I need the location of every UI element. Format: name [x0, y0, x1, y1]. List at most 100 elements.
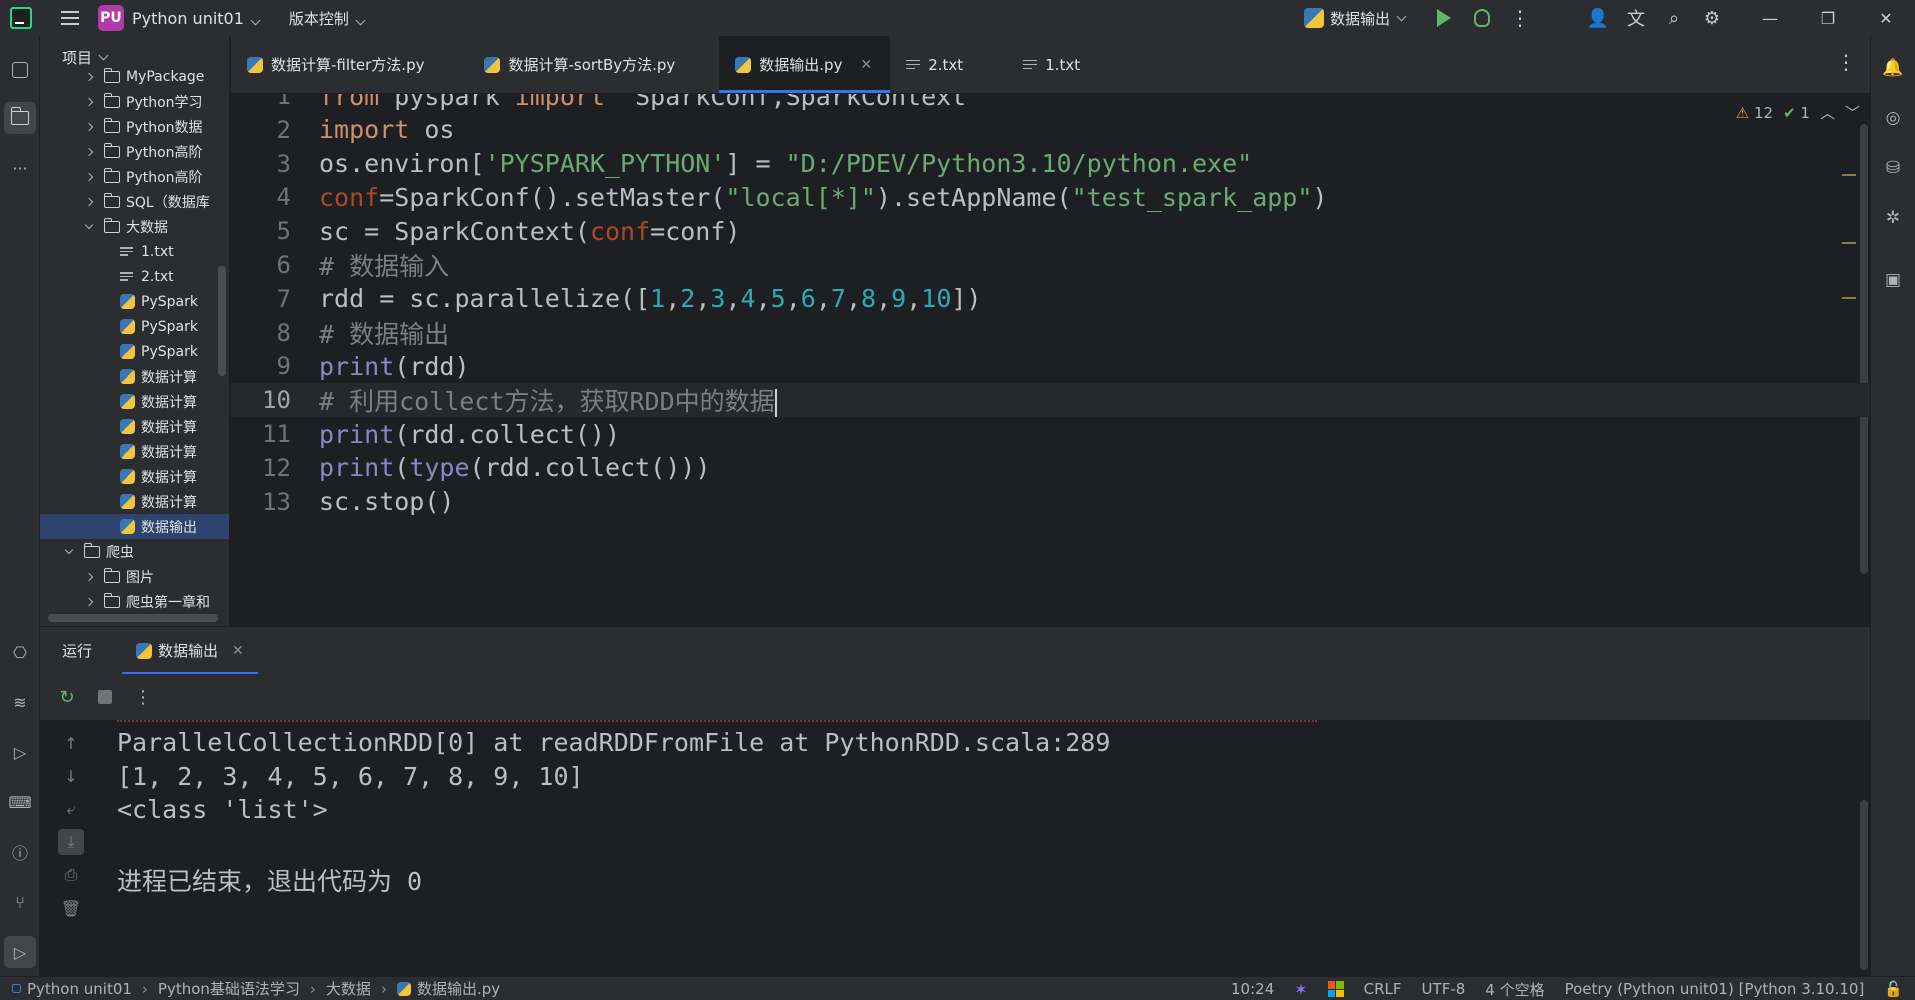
clear-button[interactable]: 🗑	[58, 895, 84, 921]
services-button[interactable]: ≋	[4, 686, 36, 718]
sciview-button[interactable]: ▣	[1877, 264, 1909, 296]
code-line[interactable]: 2 import os	[231, 113, 1870, 147]
code-text[interactable]: conf=SparkConf().setMaster("local[*]").s…	[319, 183, 1327, 212]
code-line[interactable]: 1 from pyspark import SparkConf,SparkCont…	[231, 94, 1870, 113]
plugin-button[interactable]: ✲	[1877, 202, 1909, 234]
down-stack-button[interactable]: ↓	[58, 763, 84, 789]
tree-item[interactable]: 数据计算	[40, 414, 229, 439]
tree-item[interactable]: Python高阶	[40, 164, 229, 189]
terminal-button[interactable]: ⌨	[4, 786, 36, 818]
code-text[interactable]: from pyspark import SparkConf,SparkConte…	[319, 94, 966, 111]
tree-item[interactable]: 数据输出	[40, 514, 229, 539]
run-tab[interactable]: 数据输出 ✕	[122, 627, 258, 675]
git-button[interactable]: ⑂	[4, 886, 36, 918]
tree-item[interactable]: 数据计算	[40, 364, 229, 389]
code-text[interactable]: import os	[319, 115, 454, 144]
code-line[interactable]: 3 os.environ['PYSPARK_PYTHON'] = "D:/PDEV…	[231, 147, 1870, 181]
code-line[interactable]: 9 print(rdd)	[231, 349, 1870, 383]
code-text[interactable]: print(rdd.collect())	[319, 420, 620, 449]
chevron-right-icon[interactable]	[84, 147, 94, 156]
run-console[interactable]: ParallelCollectionRDD[0] at readRDDFromF…	[102, 720, 1870, 976]
more-actions-button[interactable]: ⋮	[1501, 0, 1539, 36]
code-text[interactable]: sc.stop()	[319, 487, 454, 516]
console-scrollbar[interactable]	[1860, 800, 1868, 970]
code-text[interactable]: # 利用collect方法，获取RDD中的数据	[319, 382, 777, 418]
ai-assistant-button[interactable]: ◎	[1877, 102, 1909, 134]
main-menu-button[interactable]	[50, 0, 90, 36]
ai-status-icon[interactable]: ✶	[1294, 980, 1307, 999]
code-text[interactable]: print(rdd)	[319, 352, 470, 381]
breadcrumb-item[interactable]: 大数据	[326, 978, 371, 999]
file-encoding[interactable]: UTF-8	[1422, 980, 1466, 998]
code-line[interactable]: 10 # 利用collect方法，获取RDD中的数据	[231, 382, 1870, 418]
run-panel-button[interactable]: ▷	[4, 936, 36, 968]
tree-item[interactable]: 爬虫	[40, 539, 229, 564]
code-line[interactable]: 6 # 数据输入	[231, 248, 1870, 282]
structure-tool-button[interactable]	[4, 54, 36, 86]
tree-item[interactable]: 大数据	[40, 214, 229, 239]
line-separator[interactable]: CRLF	[1364, 980, 1402, 998]
up-stack-button[interactable]: ↑	[58, 730, 84, 756]
chevron-down-icon[interactable]	[64, 545, 74, 554]
debug-button[interactable]	[1463, 0, 1501, 36]
tree-item[interactable]: Python高阶	[40, 139, 229, 164]
code-line[interactable]: 7 rdd = sc.parallelize([1,2,3,4,5,6,7,8,9…	[231, 282, 1870, 316]
restore-button[interactable]: ❐	[1799, 0, 1857, 36]
settings-button[interactable]: ⚙	[1693, 0, 1731, 36]
chevron-right-icon[interactable]	[84, 72, 94, 81]
horizontal-scrollbar[interactable]	[48, 614, 218, 622]
close-icon[interactable]: ✕	[860, 57, 872, 73]
code-line[interactable]: 12 print(type(rdd.collect()))	[231, 451, 1870, 485]
tree-item[interactable]: 爬虫第一章和	[40, 589, 229, 614]
code-text[interactable]: # 数据输入	[319, 247, 449, 283]
code-line[interactable]: 13 sc.stop()	[231, 485, 1870, 519]
tree-item[interactable]: PySpark	[40, 314, 229, 339]
close-window-button[interactable]: ✕	[1857, 0, 1915, 36]
editor-tab[interactable]: 数据输出.py ✕	[719, 36, 891, 93]
tree-item[interactable]: 数据计算	[40, 439, 229, 464]
scroll-to-end-button[interactable]: ⤓	[58, 829, 84, 855]
chevron-right-icon[interactable]	[84, 97, 94, 106]
code-text[interactable]: os.environ['PYSPARK_PYTHON'] = "D:/PDEV/…	[319, 149, 1252, 178]
indent-setting[interactable]: 4 个空格	[1485, 979, 1544, 1000]
chevron-right-icon[interactable]	[84, 572, 94, 581]
breadcrumb-item[interactable]: 数据输出.py	[417, 978, 500, 999]
code-text[interactable]: # 数据输出	[319, 315, 449, 351]
editor-tab[interactable]: 2.txt	[890, 36, 1007, 93]
stop-button[interactable]	[88, 680, 122, 714]
search-button[interactable]: ⌕	[1655, 0, 1693, 36]
tree-item[interactable]: 2.txt	[40, 264, 229, 289]
code-line[interactable]: 11 print(rdd.collect())	[231, 417, 1870, 451]
database-button[interactable]: ⛁	[1877, 152, 1909, 184]
editor-tab[interactable]: 数据计算-filter方法.py	[231, 36, 468, 93]
add-user-button[interactable]: 👤	[1579, 0, 1617, 36]
tree-item[interactable]: Python学习	[40, 89, 229, 114]
soft-wrap-button[interactable]: ⤶	[58, 796, 84, 822]
minimize-button[interactable]: —	[1741, 0, 1799, 36]
python-interpreter[interactable]: Poetry (Python unit01) [Python 3.10.10]	[1565, 980, 1865, 998]
tree-item[interactable]: Python数据	[40, 114, 229, 139]
tree-item[interactable]: 数据计算	[40, 389, 229, 414]
notifications-button[interactable]: 🔔	[1877, 52, 1909, 84]
chevron-right-icon[interactable]	[84, 122, 94, 131]
breadcrumb-item[interactable]: Python基础语法学习	[158, 978, 300, 999]
code-text[interactable]: rdd = sc.parallelize([1,2,3,4,5,6,7,8,9,…	[319, 284, 981, 313]
problems-button[interactable]: ⓘ	[4, 836, 36, 868]
editor-tab[interactable]: 数据计算-sortBy方法.py	[468, 36, 719, 93]
tree-item[interactable]: PySpark	[40, 289, 229, 314]
breadcrumb-item[interactable]: Python unit01	[27, 980, 132, 998]
python-console-button[interactable]: ⎔	[4, 636, 36, 668]
tree-item[interactable]: PySpark	[40, 339, 229, 364]
vcs-menu[interactable]: 版本控制	[289, 8, 366, 29]
lock-icon[interactable]: 🔓	[1884, 980, 1903, 998]
code-text[interactable]: sc = SparkContext(conf=conf)	[319, 217, 740, 246]
code-line[interactable]: 5 sc = SparkContext(conf=conf)	[231, 214, 1870, 248]
run-button[interactable]	[1425, 0, 1463, 36]
tree-item[interactable]: 图片	[40, 564, 229, 589]
editor-tab[interactable]: 1.txt	[1007, 36, 1124, 93]
chevron-down-icon[interactable]	[84, 220, 94, 229]
tree-item[interactable]: 数据计算	[40, 464, 229, 489]
project-tool-button[interactable]	[4, 102, 36, 134]
chevron-right-icon[interactable]	[84, 597, 94, 606]
code-line[interactable]: 4 conf=SparkConf().setMaster("local[*]").…	[231, 180, 1870, 214]
